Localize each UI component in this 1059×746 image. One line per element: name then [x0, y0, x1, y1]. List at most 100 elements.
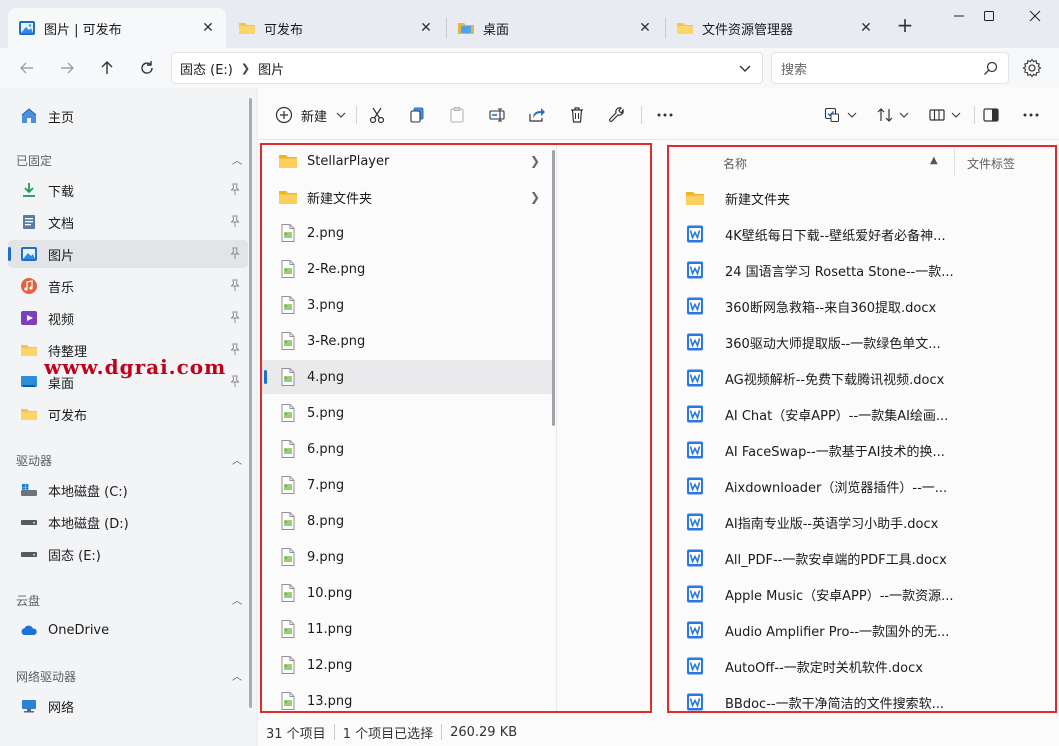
file-row[interactable]: 2.png	[262, 216, 552, 250]
pin-icon[interactable]	[228, 182, 242, 196]
file-row[interactable]: BBdoc--一款干净简洁的文件搜索软...	[668, 684, 968, 712]
view-button[interactable]	[928, 104, 968, 126]
sidebar-item-pictures[interactable]: 图片	[8, 240, 248, 268]
sort-button[interactable]	[876, 104, 916, 126]
file-row[interactable]: 2-Re.png	[262, 252, 552, 286]
tab-pictures[interactable]: 图片 | 可发布 ✕	[8, 8, 226, 48]
delete-button[interactable]	[566, 104, 588, 126]
cut-button[interactable]	[366, 104, 388, 126]
tab-file-explorer[interactable]: 文件资源管理器 ✕	[666, 8, 884, 48]
chevron-right-icon[interactable]: ❯	[241, 62, 250, 75]
chevron-up-icon[interactable]: ︿	[232, 668, 242, 685]
sidebar-item-documents[interactable]: 文档	[8, 208, 248, 236]
pin-icon[interactable]	[228, 246, 242, 260]
pin-icon[interactable]	[228, 214, 242, 228]
file-row[interactable]: Audio Amplifier Pro--一款国外的无...	[668, 612, 968, 648]
chevron-down-icon[interactable]	[738, 61, 752, 75]
column-header-tags[interactable]: 文件标签	[967, 155, 1015, 172]
column-header-name[interactable]: 名称	[723, 155, 747, 172]
file-row[interactable]: 12.png	[262, 648, 552, 682]
rename-button[interactable]	[486, 104, 508, 126]
close-icon[interactable]: ✕	[200, 20, 216, 36]
pin-icon[interactable]	[228, 374, 242, 388]
file-row[interactable]: 10.png	[262, 576, 552, 610]
details-pane-button[interactable]	[980, 104, 1002, 126]
file-row[interactable]: 3.png	[262, 288, 552, 322]
pin-icon[interactable]	[228, 342, 242, 356]
copy-button[interactable]	[406, 104, 428, 126]
folder-row[interactable]: StellarPlayer ❯	[262, 144, 552, 178]
new-tab-button[interactable]: +	[893, 14, 917, 38]
file-row[interactable]: 24 国语言学习 Rosetta Stone--一款...	[668, 252, 968, 288]
close-icon[interactable]: ✕	[858, 20, 874, 36]
file-row[interactable]: AG视频解析--免费下载腾讯视频.docx	[668, 360, 968, 396]
file-row[interactable]: 9.png	[262, 540, 552, 574]
sidebar-item-onedrive[interactable]: OneDrive	[8, 616, 248, 644]
up-button[interactable]	[94, 56, 120, 80]
file-row[interactable]: Apple Music（安卓APP）--一款资源...	[668, 576, 968, 612]
tab-publish[interactable]: 可发布 ✕	[228, 8, 444, 48]
breadcrumb-folder[interactable]: 图片	[258, 59, 284, 78]
column-scrollbar[interactable]	[552, 150, 555, 426]
file-row[interactable]: 8.png	[262, 504, 552, 538]
maximize-button[interactable]	[974, 4, 1004, 28]
file-row[interactable]: 13.png	[262, 684, 552, 712]
file-row[interactable]: AutoOff--一款定时关机软件.docx	[668, 648, 968, 684]
folder-row[interactable]: 新建文件夹	[668, 180, 968, 216]
file-row[interactable]: All_PDF--一款安卓端的PDF工具.docx	[668, 540, 968, 576]
sidebar-scrollbar[interactable]	[249, 98, 252, 708]
see-more-button[interactable]	[1020, 104, 1042, 126]
search-input[interactable]: 搜索	[771, 52, 1009, 84]
section-header-network[interactable]: 网络驱动器 ︿	[16, 668, 246, 685]
tab-desktop[interactable]: 桌面 ✕	[447, 8, 663, 48]
section-header-pinned[interactable]: 已固定 ︿	[16, 152, 246, 169]
file-row[interactable]: AI指南专业版--英语学习小助手.docx	[668, 504, 968, 540]
chevron-up-icon[interactable]: ︿	[232, 152, 242, 169]
sidebar-item-drive-e[interactable]: 固态 (E:)	[8, 540, 248, 568]
new-button[interactable]: 新建	[275, 102, 347, 128]
file-row[interactable]: 6.png	[262, 432, 552, 466]
section-header-drives[interactable]: 驱动器 ︿	[16, 452, 246, 469]
file-row[interactable]: AI FaceSwap--一款基于AI技术的换...	[668, 432, 968, 468]
select-mode-button[interactable]	[824, 104, 864, 126]
sidebar-item-home[interactable]: 主页	[8, 102, 248, 130]
folder-row[interactable]: 新建文件夹 ❯	[262, 180, 552, 214]
file-row[interactable]: 11.png	[262, 612, 552, 646]
sidebar-item-drive-c[interactable]: 本地磁盘 (C:)	[8, 476, 248, 504]
sidebar-item-downloads[interactable]: 下载	[8, 176, 248, 204]
file-row[interactable]: Aixdownloader（浏览器插件）--一...	[668, 468, 968, 504]
gear-icon[interactable]	[1021, 57, 1043, 79]
close-window-button[interactable]	[1020, 4, 1050, 28]
share-button[interactable]	[526, 104, 548, 126]
file-row[interactable]: 3-Re.png	[262, 324, 552, 358]
close-icon[interactable]: ✕	[418, 20, 434, 36]
pin-icon[interactable]	[228, 278, 242, 292]
file-row[interactable]: 4K壁纸每日下载--壁纸爱好者必备神...	[668, 216, 968, 252]
chevron-up-icon[interactable]: ︿	[232, 452, 242, 469]
close-icon[interactable]: ✕	[637, 20, 653, 36]
file-row[interactable]: 7.png	[262, 468, 552, 502]
breadcrumb-drive[interactable]: 固态 (E:)	[180, 59, 233, 78]
file-row[interactable]: AI Chat（安卓APP）--一款集AI绘画...	[668, 396, 968, 432]
back-button[interactable]	[14, 56, 40, 80]
file-row[interactable]: 360驱动大师提取版--一款绿色单文...	[668, 324, 968, 360]
column-divider[interactable]	[954, 148, 955, 176]
sidebar-item-network[interactable]: 网络	[8, 692, 248, 720]
file-row[interactable]: 5.png	[262, 396, 552, 430]
paste-button[interactable]	[446, 104, 468, 126]
file-row[interactable]: 4.png	[262, 360, 552, 394]
chevron-up-icon[interactable]: ︿	[232, 592, 242, 609]
more-options-button[interactable]	[654, 104, 676, 126]
sidebar-item-videos[interactable]: 视频	[8, 304, 248, 332]
forward-button[interactable]	[54, 56, 80, 80]
properties-button[interactable]	[606, 104, 628, 126]
sidebar-item-music[interactable]: 音乐	[8, 272, 248, 300]
sidebar-item-drive-d[interactable]: 本地磁盘 (D:)	[8, 508, 248, 536]
address-bar[interactable]: 固态 (E:) ❯ 图片	[171, 52, 763, 84]
pin-icon[interactable]	[228, 310, 242, 324]
minimize-button[interactable]	[944, 4, 974, 28]
refresh-button[interactable]	[134, 56, 160, 80]
file-row[interactable]: 360断网急救箱--来自360提取.docx	[668, 288, 968, 324]
sidebar-item-publish[interactable]: 可发布	[8, 400, 248, 428]
section-header-cloud[interactable]: 云盘 ︿	[16, 592, 246, 609]
